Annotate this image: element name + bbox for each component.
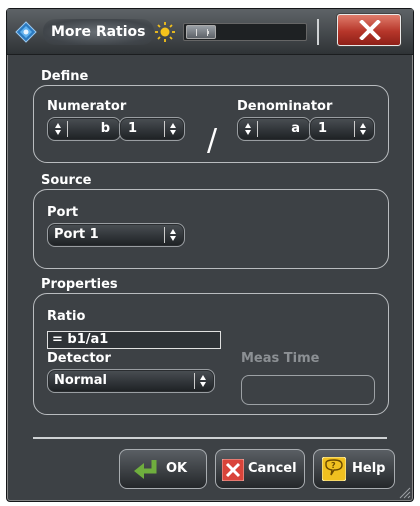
more-ratios-dialog: More Ratios Define Numerator b 1 / Denom… (6, 8, 414, 502)
port-dropdown[interactable]: Port 1 (47, 223, 185, 247)
port-dropdown-value: Port 1 (54, 227, 99, 242)
svg-text:?: ? (331, 461, 336, 470)
spin-arrows-icon[interactable] (354, 121, 368, 137)
resize-grip-icon[interactable] (397, 485, 411, 499)
detector-dropdown-value: Normal (54, 373, 107, 388)
window-title: More Ratios (43, 19, 154, 45)
sun-icon (155, 22, 175, 42)
numerator-wave-spinner[interactable]: b (47, 117, 121, 141)
denominator-port-value: 1 (318, 121, 328, 136)
denominator-wave-spinner[interactable]: a (237, 117, 311, 141)
cancel-x-icon (222, 459, 244, 481)
title-bar[interactable]: More Ratios (7, 9, 413, 55)
rs-diamond-logo-icon (15, 21, 37, 43)
spin-arrows-icon (164, 227, 178, 243)
numerator-port-spinner[interactable]: 1 (119, 117, 185, 141)
ratio-value-display: = b1/a1 (47, 331, 221, 349)
button-separator (33, 437, 387, 439)
help-button[interactable]: ? Help (313, 449, 395, 489)
detector-dropdown[interactable]: Normal (47, 369, 215, 393)
numerator-label: Numerator (47, 99, 127, 114)
cancel-button-label: Cancel (248, 461, 297, 476)
ratio-divider: / (207, 123, 218, 158)
spin-arrows-icon[interactable] (244, 121, 258, 137)
denominator-wave-value: a (291, 121, 300, 136)
denominator-label: Denominator (237, 99, 333, 114)
ok-button[interactable]: OK (119, 449, 207, 489)
detector-label: Detector (47, 351, 111, 366)
help-icon: ? (322, 457, 346, 481)
port-label: Port (47, 205, 79, 220)
help-button-label: Help (352, 461, 386, 476)
meas-time-label: Meas Time (241, 351, 320, 366)
ok-button-label: OK (166, 461, 188, 476)
numerator-port-value: 1 (128, 121, 138, 136)
meas-time-input (241, 375, 375, 405)
spin-arrows-icon[interactable] (54, 121, 68, 137)
close-button[interactable] (337, 14, 401, 46)
close-x-icon (359, 20, 381, 40)
source-group-label: Source (41, 173, 92, 188)
spin-arrows-icon (194, 373, 208, 389)
define-group-label: Define (41, 69, 89, 84)
properties-group-label: Properties (41, 277, 118, 292)
return-arrow-icon (134, 460, 157, 479)
denominator-port-spinner[interactable]: 1 (309, 117, 375, 141)
transparency-slider[interactable] (183, 23, 307, 41)
spin-arrows-icon[interactable] (164, 121, 178, 137)
cancel-button[interactable]: Cancel (215, 449, 305, 489)
ratio-label: Ratio (47, 309, 86, 324)
title-separator (317, 19, 319, 45)
numerator-wave-value: b (100, 121, 110, 136)
transparency-slider-thumb[interactable] (186, 25, 216, 39)
